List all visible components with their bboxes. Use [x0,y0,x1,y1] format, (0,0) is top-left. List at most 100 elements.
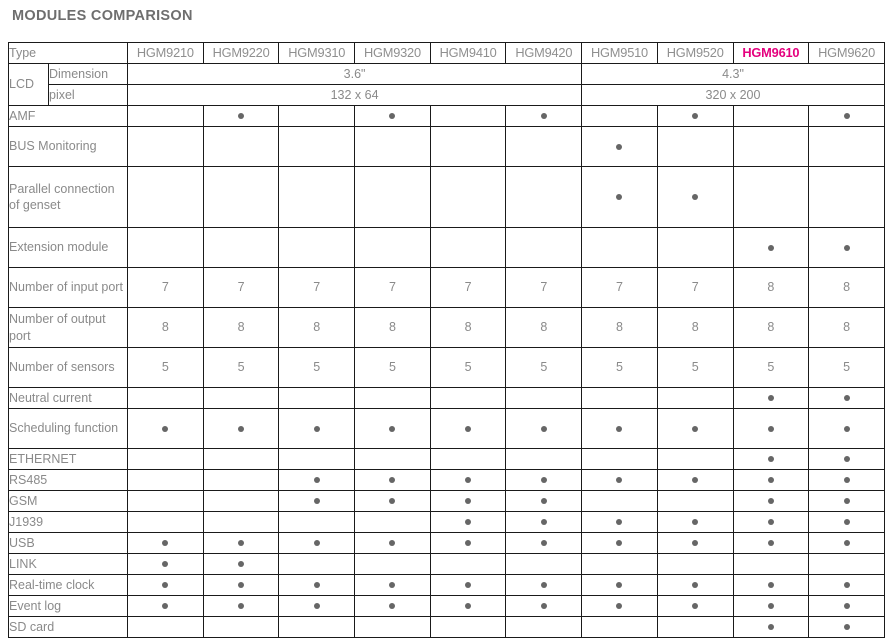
cell-parallel-connection-of-genset-hgm9520 [656,166,734,228]
row-label-ethernet: ETHERNET [7,448,129,470]
table-row: GSM [7,490,885,512]
bullet-icon [389,425,396,432]
bullet-icon [389,582,396,589]
cell-parallel-connection-of-genset-hgm9420 [505,166,583,228]
cell-extension-module-hgm9420 [505,227,583,268]
cell-extension-module-hgm9410 [429,227,507,268]
cell-link-hgm9520 [656,553,734,575]
cell-parallel-connection-of-genset-hgm9220 [202,166,280,228]
lcd-value-cell: 320 x 200 [581,84,885,106]
cell-event-log-hgm9310 [278,595,356,617]
cell-number-of-input-port-hgm9310: 7 [278,267,356,308]
cell-usb-hgm9310 [278,532,356,554]
cell-j1939-hgm9310 [278,511,356,533]
row-label-parallel-connection-of-genset: Parallel connection of genset [7,166,129,228]
bullet-icon [540,540,547,547]
cell-sd-card-hgm9310 [278,616,356,638]
cell-rs485-hgm9420 [505,469,583,491]
bullet-icon [843,244,850,251]
cell-event-log-hgm9220 [202,595,280,617]
bullet-icon [692,477,699,484]
bullet-icon [692,425,699,432]
cell-sd-card-hgm9610 [732,616,810,638]
row-label-bus-monitoring: BUS Monitoring [7,126,129,167]
table-row: ETHERNET [7,448,885,470]
cell-amf-hgm9220 [202,105,280,127]
cell-scheduling-function-hgm9310 [278,408,356,449]
bullet-icon [843,519,850,526]
table-row: RS485 [7,469,885,491]
cell-scheduling-function-hgm9410 [429,408,507,449]
cell-scheduling-function-hgm9320 [354,408,431,449]
bullet-icon [843,540,850,547]
bullet-icon [767,624,774,631]
bullet-icon [465,425,472,432]
cell-number-of-input-port-hgm9520: 7 [656,267,734,308]
cell-number-of-sensors-hgm9520: 5 [656,347,734,388]
cell-real-time-clock-hgm9210 [127,574,204,596]
cell-number-of-sensors-hgm9610: 5 [732,347,810,388]
bullet-icon [465,582,472,589]
cell-amf-hgm9210 [127,105,204,127]
cell-bus-monitoring-hgm9510 [581,126,658,167]
cell-j1939-hgm9210 [127,511,204,533]
table-row: Neutral current [7,387,885,409]
cell-number-of-output-port-hgm9610: 8 [732,307,810,348]
cell-gsm-hgm9310 [278,490,356,512]
bullet-icon [389,498,396,505]
bullet-icon [465,603,472,610]
cell-real-time-clock-hgm9420 [505,574,583,596]
bullet-icon [692,540,699,547]
bullet-icon [313,582,320,589]
cell-event-log-hgm9420 [505,595,583,617]
cell-sd-card-hgm9420 [505,616,583,638]
cell-number-of-output-port-hgm9310: 8 [278,307,356,348]
bullet-icon [313,498,320,505]
cell-bus-monitoring-hgm9320 [354,126,431,167]
cell-number-of-input-port-hgm9320: 7 [354,267,431,308]
cell-bus-monitoring-hgm9410 [429,126,507,167]
cell-number-of-output-port-hgm9620: 8 [808,307,885,348]
cell-parallel-connection-of-genset-hgm9510 [581,166,658,228]
cell-number-of-input-port-hgm9620: 8 [808,267,885,308]
bullet-icon [465,540,472,547]
bullet-icon [465,477,472,484]
cell-gsm-hgm9210 [127,490,204,512]
bullet-icon [843,425,850,432]
cell-scheduling-function-hgm9610 [732,408,810,449]
cell-gsm-hgm9620 [808,490,885,512]
row-label-neutral-current: Neutral current [7,387,129,409]
cell-real-time-clock-hgm9310 [278,574,356,596]
bullet-icon [767,603,774,610]
row-label-usb: USB [7,532,129,554]
bullet-icon [843,498,850,505]
bullet-icon [389,113,396,120]
row-label-scheduling-function: Scheduling function [7,408,129,449]
row-label-sd-card: SD card [7,616,129,638]
cell-gsm-hgm9520 [656,490,734,512]
bullet-icon [692,519,699,526]
table-row: Number of output port 8 8 8 8 8 8 8 8 8 8 [7,307,885,348]
table-row: LINK [7,553,885,575]
cell-link-hgm9510 [581,553,658,575]
model-header-hgm9420: HGM9420 [505,42,583,64]
row-label-event-log: Event log [7,595,129,617]
row-label-real-time-clock: Real-time clock [7,574,129,596]
bullet-icon [767,477,774,484]
cell-gsm-hgm9220 [202,490,280,512]
cell-scheduling-function-hgm9210 [127,408,204,449]
cell-link-hgm9210 [127,553,204,575]
cell-link-hgm9410 [429,553,507,575]
bullet-icon [313,540,320,547]
cell-parallel-connection-of-genset-hgm9410 [429,166,507,228]
bullet-icon [616,540,623,547]
cell-number-of-input-port-hgm9210: 7 [127,267,204,308]
cell-number-of-input-port-hgm9610: 8 [732,267,810,308]
cell-ethernet-hgm9310 [278,448,356,470]
table-row: Extension module [7,227,885,268]
cell-number-of-sensors-hgm9620: 5 [808,347,885,388]
cell-real-time-clock-hgm9320 [354,574,431,596]
cell-scheduling-function-hgm9510 [581,408,658,449]
cell-amf-hgm9620 [808,105,885,127]
cell-sd-card-hgm9410 [429,616,507,638]
